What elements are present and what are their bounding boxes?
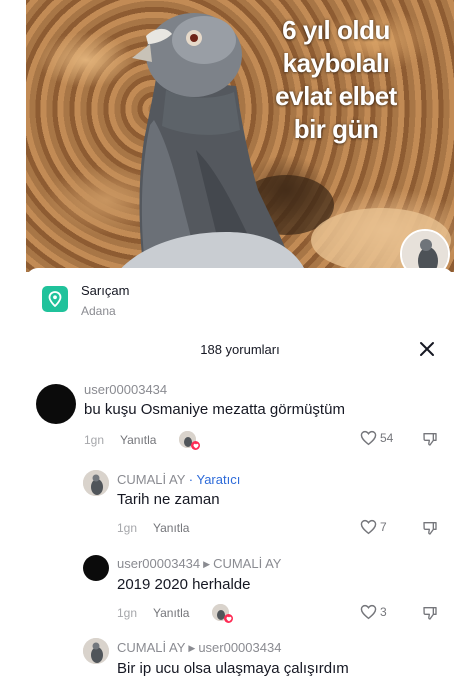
reply-to-username: CUMALİ AY (213, 556, 282, 571)
avatar[interactable] (83, 555, 109, 581)
location-region: Adana (81, 304, 116, 318)
reply-to-username: user00003434 (198, 640, 282, 655)
like-button[interactable]: 7 (360, 519, 387, 535)
reply-arrow-icon: ▶ (203, 559, 211, 569)
comment-text: 2019 2020 herhalde (117, 576, 251, 593)
like-count: 3 (380, 605, 387, 619)
dislike-icon (423, 433, 437, 446)
caption-line: kaybolalı (282, 48, 390, 78)
caption-line: evlat elbet (275, 81, 397, 111)
creator-heart-icon (191, 441, 200, 450)
comment-time: 1gn (117, 521, 138, 535)
like-count: 54 (380, 431, 394, 445)
close-button[interactable] (418, 340, 436, 358)
creator-tag: · Yaratıcı (188, 472, 241, 487)
video-caption-overlay: 6 yıl oldu kaybolalı evlat elbet bir gün (236, 14, 436, 146)
location-row[interactable]: Sarıçam Adana (42, 282, 129, 320)
comment-username[interactable]: user00003434 (84, 382, 167, 397)
comment-username[interactable]: CUMALİ AY ▶ user00003434 (117, 640, 281, 655)
like-button[interactable]: 54 (360, 430, 393, 446)
dislike-icon (423, 522, 437, 535)
comment-time: 1gn (117, 606, 138, 620)
reply-button[interactable]: Yanıtla (153, 521, 189, 535)
comment-text: bu kuşu Osmaniye mezatta görmüştüm (84, 401, 345, 418)
comment-reply-item: user00003434 ▶ CUMALİ AY 2019 2020 herhald… (26, 548, 454, 630)
reply-arrow-icon: ▶ (188, 643, 196, 653)
location-pin-icon (42, 286, 68, 312)
comments-count-title: 188 yorumları (200, 342, 280, 357)
comment-reply-item: CUMALİ AY · Yaratıcı Tarih ne zaman 1gn … (26, 464, 454, 544)
dislike-icon (423, 607, 437, 620)
heart-outline-icon (360, 519, 377, 535)
like-button[interactable]: 3 (360, 604, 387, 620)
comment-reply-item: CUMALİ AY ▶ user00003434 Bir ip ucu olsa u… (26, 632, 454, 687)
creator-heart-icon (224, 614, 233, 623)
reply-button[interactable]: Yanıtla (153, 606, 189, 620)
comment-item: user00003434 bu kuşu Osmaniye mezatta gö… (26, 376, 454, 456)
avatar[interactable] (83, 638, 109, 664)
like-count: 7 (380, 520, 387, 534)
username-text: CUMALİ AY (117, 640, 186, 655)
dislike-button[interactable] (422, 605, 438, 626)
video-preview[interactable]: 6 yıl oldu kaybolalı evlat elbet bir gün (26, 0, 454, 272)
heart-outline-icon (360, 430, 377, 446)
comment-text: Tarih ne zaman (117, 491, 220, 508)
avatar[interactable] (83, 470, 109, 496)
comment-username[interactable]: user00003434 ▶ CUMALİ AY (117, 556, 281, 571)
comment-username[interactable]: CUMALİ AY · Yaratıcı (117, 472, 240, 487)
dislike-button[interactable] (422, 520, 438, 541)
heart-outline-icon (360, 604, 377, 620)
reply-button[interactable]: Yanıtla (120, 433, 156, 447)
comment-text: Bir ip ucu olsa ulaşmaya çalışırdım (117, 660, 349, 677)
username-text: CUMALİ AY (117, 472, 186, 487)
username-text: user00003434 (117, 556, 201, 571)
dislike-button[interactable] (422, 431, 438, 452)
location-name: Sarıçam (81, 283, 130, 298)
caption-line: 6 yıl oldu (282, 15, 390, 45)
comments-sheet: Sarıçam Adana 188 yorumları user00003434… (26, 268, 454, 687)
avatar[interactable] (36, 384, 76, 424)
close-icon (420, 342, 434, 356)
caption-line: bir gün (293, 114, 379, 144)
comment-time: 1gn (84, 433, 105, 447)
